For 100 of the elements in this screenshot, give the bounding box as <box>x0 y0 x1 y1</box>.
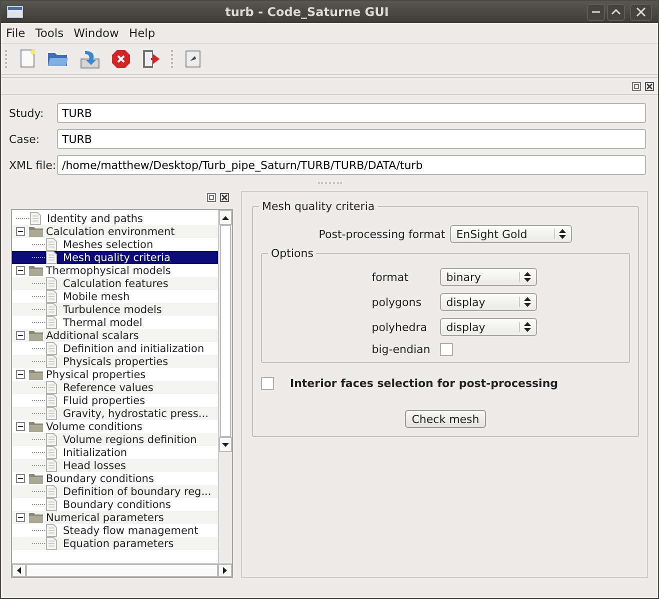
collapse-icon[interactable] <box>16 474 26 483</box>
dropdown[interactable]: display <box>440 293 538 311</box>
folder-icon <box>29 265 43 276</box>
tree-item[interactable]: Physicals properties <box>12 355 218 368</box>
tree-item[interactable]: Initialization <box>12 446 218 459</box>
tree-item[interactable]: Physical properties <box>12 368 218 381</box>
scroll-left-icon[interactable] <box>17 567 21 574</box>
tree-item[interactable]: Calculation features <box>12 277 218 290</box>
document-icon <box>46 407 60 420</box>
document-icon <box>46 290 60 303</box>
tree-item[interactable]: Boundary conditions <box>12 498 218 511</box>
window-title: turb - Code_Saturne GUI <box>224 5 390 19</box>
tree-item[interactable]: Identity and paths <box>12 212 218 225</box>
checkbox-label: Interior faces selection for post-processing <box>290 377 558 390</box>
dropdown[interactable]: display <box>440 318 538 336</box>
tree-item[interactable]: Mobile mesh <box>12 290 218 303</box>
check-mesh-button[interactable]: Check mesh <box>404 410 486 428</box>
text-field[interactable]: TURB <box>57 129 646 149</box>
collapse-icon[interactable] <box>16 331 26 340</box>
tree-item[interactable]: Head losses <box>12 459 218 472</box>
menu-item[interactable]: Tools <box>35 26 64 40</box>
document-icon <box>46 433 60 446</box>
dropdown[interactable]: binary <box>440 268 538 286</box>
collapse-icon[interactable] <box>16 513 26 522</box>
collapse-icon[interactable] <box>16 266 26 275</box>
tree-item[interactable]: Thermophysical models <box>12 264 218 277</box>
tree-item[interactable]: Calculation environment <box>12 225 218 238</box>
folder-icon[interactable] <box>47 50 69 68</box>
checkbox-label: big-endian <box>372 343 430 356</box>
tree-item[interactable]: Gravity, hydrostatic press... <box>12 407 218 420</box>
float-icon[interactable] <box>632 82 641 90</box>
field-label: format <box>372 270 410 284</box>
document-icon <box>46 342 60 355</box>
document-icon <box>46 485 60 498</box>
horizontal-scrollbar[interactable] <box>12 563 232 577</box>
tree-item[interactable]: Definition of boundary reg... <box>12 485 218 498</box>
scroll-up-icon[interactable] <box>222 216 229 220</box>
collapse-icon[interactable] <box>16 227 26 236</box>
tree-item[interactable]: Meshes selection <box>12 238 218 251</box>
tree-item[interactable]: Definition and initialization <box>12 342 218 355</box>
maximize-button[interactable] <box>607 4 625 20</box>
close-icon <box>636 7 646 17</box>
tree-item[interactable]: Volume regions definition <box>12 433 218 446</box>
document-icon <box>46 316 60 329</box>
document-icon <box>46 537 60 550</box>
menu-item[interactable]: File <box>6 26 26 40</box>
tree-item[interactable]: Turbulence models <box>12 303 218 316</box>
document-icon <box>46 394 60 407</box>
new-file-icon[interactable] <box>19 49 37 69</box>
menu-item[interactable]: Window <box>74 26 119 40</box>
folder-icon <box>29 473 43 484</box>
folder-icon <box>29 512 43 523</box>
tree-item[interactable]: Volume conditions <box>12 420 218 433</box>
tree-item[interactable]: Fluid properties <box>12 394 218 407</box>
field-label: polygons <box>372 296 422 308</box>
document-tool-icon[interactable] <box>185 50 201 68</box>
field-label: XML file: <box>9 158 57 172</box>
close-icon[interactable] <box>220 192 229 202</box>
collapse-icon[interactable] <box>16 370 26 379</box>
dropdown[interactable]: EnSight Gold <box>450 225 572 243</box>
document-icon <box>46 277 60 290</box>
tree-item[interactable]: Equation parameters <box>12 537 218 550</box>
tree-item[interactable]: Thermal model <box>12 316 218 329</box>
field-label: polyhedra <box>372 320 428 334</box>
scroll-down-icon[interactable] <box>222 442 229 446</box>
window-icon <box>7 6 23 18</box>
document-icon <box>46 251 60 264</box>
document-icon <box>46 524 60 537</box>
up-down-arrows-icon <box>524 297 532 307</box>
folder-icon <box>29 226 43 237</box>
text-field[interactable]: TURB <box>57 103 646 123</box>
tree-item[interactable]: Mesh quality criteria <box>12 251 218 264</box>
maximize-icon <box>611 7 621 17</box>
up-down-arrows-icon <box>524 322 532 332</box>
close-icon[interactable] <box>645 82 654 90</box>
menu-item[interactable]: Help <box>128 26 156 40</box>
group-title: Options <box>268 247 316 260</box>
up-down-arrows-icon <box>524 272 532 282</box>
text-field[interactable]: /home/matthew/Desktop/Turb_pipe_Saturn/TURB/TURB/DATA/turb <box>57 155 646 175</box>
tree-item[interactable]: Reference values <box>12 381 218 394</box>
checkbox[interactable] <box>261 377 274 390</box>
folder-icon <box>29 421 43 432</box>
checkbox[interactable] <box>440 343 454 356</box>
field-label: Study: <box>9 106 45 120</box>
stop-icon[interactable] <box>111 49 131 69</box>
document-icon <box>30 212 44 225</box>
tree-item[interactable]: Numerical parameters <box>12 511 218 524</box>
float-icon[interactable] <box>207 192 216 202</box>
tree-item[interactable]: Steady flow management <box>12 524 218 537</box>
field-label: Case: <box>9 132 41 146</box>
scroll-right-icon[interactable] <box>223 567 227 574</box>
tree-item[interactable]: Boundary conditions <box>12 472 218 485</box>
vertical-scrollbar[interactable] <box>218 210 232 563</box>
save-icon[interactable] <box>79 49 101 69</box>
exit-door-icon[interactable] <box>141 49 161 69</box>
tree-item[interactable]: Additional scalars <box>12 329 218 342</box>
minimize-button[interactable] <box>587 4 605 20</box>
collapse-icon[interactable] <box>16 422 26 431</box>
field-label: Post-processing format <box>318 228 446 240</box>
close-button[interactable] <box>630 4 652 20</box>
